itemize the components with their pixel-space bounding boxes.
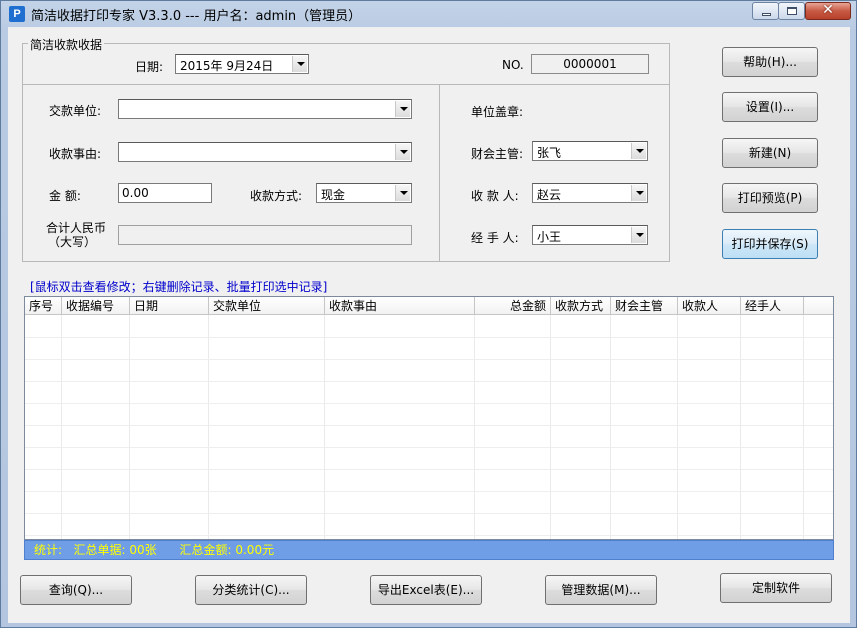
client-area: 简洁收款收据 日期: 2015年 9月24日 NO. 0000001 交款单位:… [8, 27, 850, 623]
handler-combo[interactable]: 小王 [532, 225, 648, 245]
export-excel-button[interactable]: 导出Excel表(E)... [370, 575, 482, 605]
new-button[interactable]: 新建(N) [722, 138, 818, 168]
grid-line [25, 535, 833, 536]
column-header-filler [804, 297, 833, 315]
grid-line [550, 315, 551, 539]
groupbox-title: 简洁收款收据 [28, 36, 105, 53]
print-and-save-button[interactable]: 打印并保存(S) [722, 229, 818, 259]
table-hint: [鼠标双击查看修改；右键删除记录、批量打印选中记录] [30, 280, 328, 294]
query-button[interactable]: 查询(Q)... [20, 575, 132, 605]
payment-method-value: 现金 [321, 188, 346, 202]
table-header: 序号 收据编号 日期 交款单位 收款事由 总金额 收款方式 财会主管 收款人 经… [25, 297, 833, 315]
grid-line [25, 447, 833, 448]
grid-line [25, 381, 833, 382]
chevron-down-icon[interactable] [631, 143, 646, 159]
chevron-down-icon[interactable] [395, 185, 410, 201]
column-header-index[interactable]: 序号 [25, 297, 62, 315]
column-header-receipt-no[interactable]: 收据编号 [62, 297, 130, 315]
maximize-icon [787, 7, 797, 15]
grid-line [25, 491, 833, 492]
amount-value: 0.00 [122, 186, 149, 200]
grid-line [129, 315, 130, 539]
receipt-table[interactable]: 序号 收据编号 日期 交款单位 收款事由 总金额 收款方式 财会主管 收款人 经… [24, 296, 834, 540]
column-header-payment-method[interactable]: 收款方式 [551, 297, 611, 315]
payment-method-label: 收款方式: [250, 189, 303, 203]
grid-line [61, 315, 62, 539]
handler-value: 小王 [537, 230, 562, 244]
payee-label: 收 款 人: [471, 189, 519, 203]
app-logo-icon: P [9, 6, 25, 22]
amount-input[interactable]: 0.00 [118, 183, 212, 203]
column-header-reason[interactable]: 收款事由 [325, 297, 475, 315]
date-value: 2015年 9月24日 [180, 59, 274, 73]
reason-label: 收款事由: [49, 147, 102, 161]
minimize-button[interactable] [752, 2, 779, 20]
receipt-number-field: 0000001 [531, 54, 649, 74]
grid-line [25, 337, 833, 338]
payee-combo[interactable]: 赵云 [532, 183, 648, 203]
grid-line [610, 315, 611, 539]
no-label: NO. [502, 58, 524, 72]
grid-line [677, 315, 678, 539]
grid-line [208, 315, 209, 539]
maximize-button[interactable] [778, 2, 805, 20]
total-rmb-label-line2: （大写） [48, 235, 97, 249]
chevron-down-icon[interactable] [631, 185, 646, 201]
column-header-payee[interactable]: 收款人 [678, 297, 741, 315]
finance-manager-label: 财会主管: [471, 147, 524, 161]
date-picker[interactable]: 2015年 9月24日 [175, 54, 309, 74]
grid-line [25, 403, 833, 404]
column-header-date[interactable]: 日期 [130, 297, 209, 315]
grid-line [25, 425, 833, 426]
payer-label: 交款单位: [49, 104, 102, 118]
date-label: 日期: [135, 60, 164, 74]
column-header-finance-manager[interactable]: 财会主管 [611, 297, 678, 315]
column-header-handler[interactable]: 经手人 [741, 297, 804, 315]
close-icon: ✕ [822, 2, 834, 18]
custom-software-button[interactable]: 定制软件 [720, 573, 832, 603]
category-stats-button[interactable]: 分类统计(C)... [195, 575, 307, 605]
chevron-down-icon[interactable] [395, 101, 410, 117]
amount-label: 金 额: [49, 189, 81, 203]
app-window: P 简洁收据打印专家 V3.3.0 --- 用户名：admin（管理员） ✕ 简… [0, 0, 857, 628]
manage-data-button[interactable]: 管理数据(M)... [545, 575, 657, 605]
reason-combo[interactable] [118, 142, 412, 162]
chevron-down-icon[interactable] [631, 227, 646, 243]
chevron-down-icon[interactable] [292, 56, 307, 72]
window-title: 简洁收据打印专家 V3.3.0 --- 用户名：admin（管理员） [31, 9, 362, 24]
summary-status-bar: 统计: 汇总单据: 00张 汇总金额: 0.00元 [24, 540, 834, 560]
column-header-total-amount[interactable]: 总金额 [475, 297, 551, 315]
grid-line [740, 315, 741, 539]
column-header-payer[interactable]: 交款单位 [209, 297, 325, 315]
payer-combo[interactable] [118, 99, 412, 119]
minimize-icon [762, 13, 771, 16]
seal-label: 单位盖章: [471, 105, 524, 119]
help-button[interactable]: 帮助(H)... [722, 47, 818, 77]
grid-line [25, 513, 833, 514]
chevron-down-icon[interactable] [395, 144, 410, 160]
close-button[interactable]: ✕ [805, 2, 851, 20]
handler-label: 经 手 人: [471, 231, 519, 245]
finance-manager-combo[interactable]: 张飞 [532, 141, 648, 161]
grid-line [803, 315, 804, 539]
grid-line [25, 469, 833, 470]
title-bar[interactable]: P 简洁收据打印专家 V3.3.0 --- 用户名：admin（管理员） ✕ [1, 1, 856, 27]
total-rmb-field [118, 225, 412, 245]
finance-manager-value: 张飞 [537, 146, 562, 160]
grid-line [25, 359, 833, 360]
grid-line [324, 315, 325, 539]
settings-button[interactable]: 设置(I)... [722, 92, 818, 122]
print-preview-button[interactable]: 打印预览(P) [722, 183, 818, 213]
grid-line [474, 315, 475, 539]
payment-method-combo[interactable]: 现金 [316, 183, 412, 203]
payee-value: 赵云 [537, 188, 562, 202]
